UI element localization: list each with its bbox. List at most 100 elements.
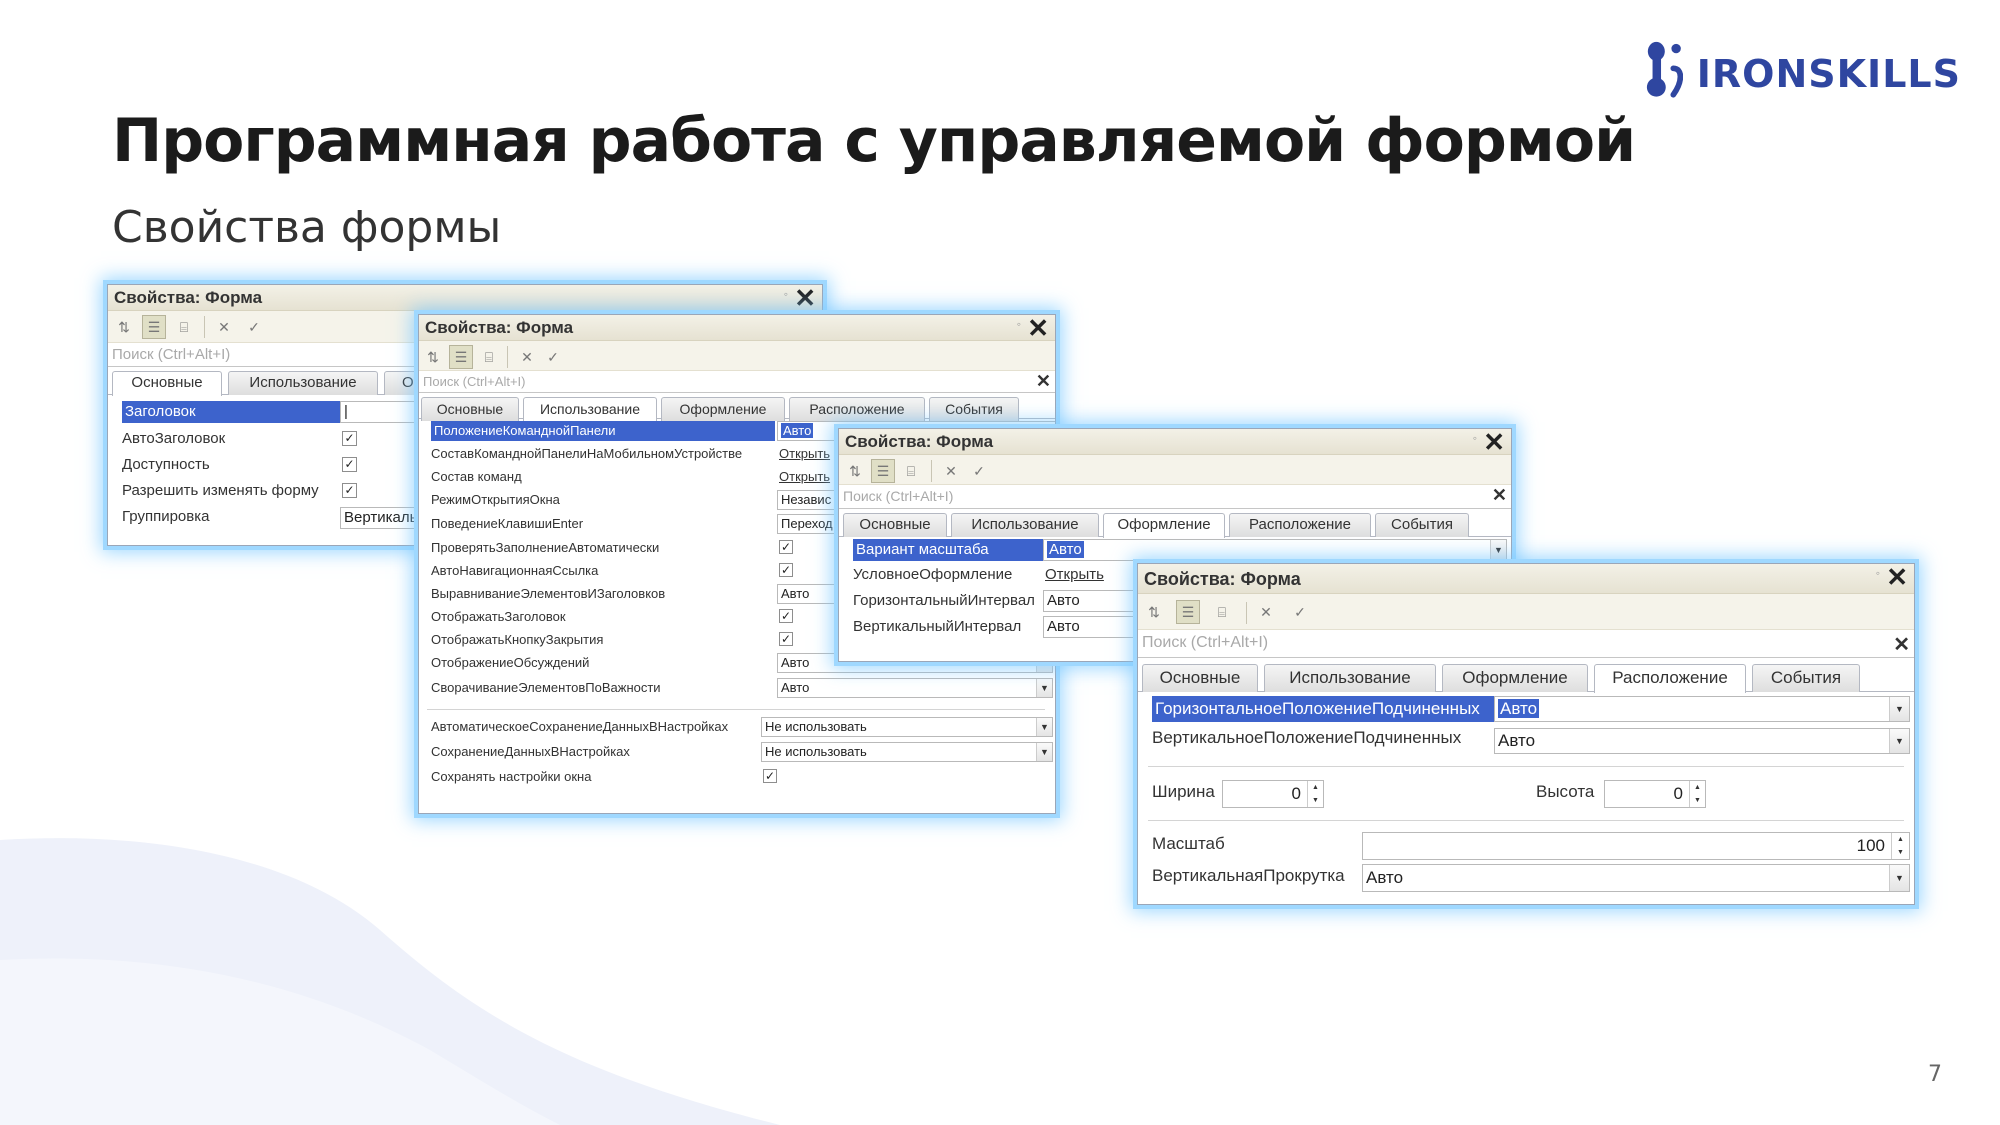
categories-icon[interactable]: ☰ <box>871 459 895 483</box>
window-titlebar[interactable]: Свойства: Форма ◦ ✕ <box>108 285 822 314</box>
filter-icon[interactable]: ⌸ <box>477 345 501 369</box>
prop-avto-sohranenie-value[interactable]: Не использовать ▼ <box>761 717 1053 737</box>
clear-icon[interactable]: ✕ <box>212 315 236 339</box>
prop-rezhim-otkrytiya-okna: РежимОткрытияОкна <box>431 492 560 507</box>
value-text: 0 <box>1673 784 1683 803</box>
tab-osnovnye[interactable]: Основные <box>1142 664 1258 692</box>
tab-raspolozhenie[interactable]: Расположение <box>1229 513 1371 537</box>
prop-zagolovok[interactable]: Заголовок <box>122 401 340 423</box>
dropdown-arrow-icon[interactable]: ▼ <box>1490 540 1506 560</box>
pin-icon[interactable]: ◦ <box>1017 317 1021 331</box>
check-icon[interactable]: ✓ <box>541 345 565 369</box>
sort-az-icon[interactable]: ⇅ <box>421 345 445 369</box>
tab-osnovnye[interactable]: Основные <box>843 513 947 537</box>
window-titlebar[interactable]: Свойства: Форма ◦ ✕ <box>419 315 1055 344</box>
tab-oformlenie[interactable]: Оформление <box>1442 664 1588 692</box>
prop-gorizontalnoe-polozhenie[interactable]: ГоризонтальноеПоложениеПодчиненных <box>1152 696 1494 722</box>
checkbox-dostupnost[interactable]: ✓ <box>342 457 357 472</box>
tab-osnovnye[interactable]: Основные <box>112 371 222 396</box>
filter-icon[interactable]: ⌸ <box>899 459 923 483</box>
dropdown-arrow-icon[interactable]: ▼ <box>1036 743 1052 761</box>
categories-icon[interactable]: ☰ <box>1176 600 1200 624</box>
spinner-arrows-icon[interactable]: ▲ ▼ <box>1891 833 1909 859</box>
prop-variant-masshtaba-value[interactable]: Авто ▼ <box>1043 539 1507 561</box>
close-icon[interactable]: ✕ <box>794 285 816 314</box>
window-title: Свойства: Форма <box>1144 569 1301 589</box>
dropdown-arrow-icon[interactable]: ▼ <box>1036 718 1052 736</box>
sort-az-icon[interactable]: ⇅ <box>843 459 867 483</box>
window-titlebar[interactable]: Свойства: Форма ◦ ✕ <box>839 429 1511 458</box>
tab-ispolzovanie[interactable]: Использование <box>1264 664 1436 692</box>
label-vysota: Высота <box>1536 782 1595 801</box>
properties-window-4[interactable]: Свойства: Форма ◦ ✕ ⇅ ☰ ⌸ ✕ ✓ Поиск (Ctr… <box>1137 563 1915 905</box>
dropdown-arrow-icon[interactable]: ▼ <box>1889 697 1909 721</box>
checkbox-otobrazhat-knopku[interactable]: ✓ <box>779 632 793 646</box>
window-title: Свойства: Форма <box>845 432 994 451</box>
clear-icon[interactable]: ✕ <box>515 345 539 369</box>
dropdown-arrow-icon[interactable]: ▼ <box>1889 865 1909 891</box>
tab-ispolzovanie[interactable]: Использование <box>951 513 1099 537</box>
pin-icon[interactable]: ◦ <box>784 287 788 301</box>
tab-sobytiya[interactable]: События <box>929 397 1019 421</box>
search-input[interactable]: Поиск (Ctrl+Alt+I) ✕ <box>419 371 1055 393</box>
pin-icon[interactable]: ◦ <box>1473 431 1477 445</box>
check-icon[interactable]: ✓ <box>242 315 266 339</box>
checkbox-avtozagolovok[interactable]: ✓ <box>342 431 357 446</box>
filter-icon[interactable]: ⌸ <box>172 315 196 339</box>
logo-text: IRONSKILLS <box>1696 52 1961 96</box>
prop-svorachivanie-value[interactable]: Авто ▼ <box>777 678 1053 698</box>
tab-oformlenie[interactable]: Оформление <box>661 397 785 421</box>
checkbox-otobrazhat-zagolovok[interactable]: ✓ <box>779 609 793 623</box>
spinner-arrows-icon[interactable]: ▲ ▼ <box>1307 781 1323 807</box>
tab-sobytiya[interactable]: События <box>1752 664 1860 692</box>
spinner-arrows-icon[interactable]: ▲ ▼ <box>1689 781 1705 807</box>
tab-raspolozhenie[interactable]: Расположение <box>1594 664 1746 693</box>
prop-polozhenie-komandnoj-paneli[interactable]: ПоложениеКоманднойПанели <box>431 421 775 441</box>
vertikalnaya-prokrutka-value[interactable]: Авто ▼ <box>1362 864 1910 892</box>
tab-osnovnye[interactable]: Основные <box>421 397 519 421</box>
prop-gorizontalnoe-polozhenie-value[interactable]: Авто ▼ <box>1494 696 1910 722</box>
tab-ispolzovanie[interactable]: Использование <box>228 371 378 395</box>
checkbox-proveryat-zapolnenie[interactable]: ✓ <box>779 540 793 554</box>
prop-vertikalnoe-polozhenie-value[interactable]: Авто ▼ <box>1494 728 1910 754</box>
close-icon[interactable]: ✕ <box>1886 564 1908 593</box>
categories-icon[interactable]: ☰ <box>142 315 166 339</box>
prop-variant-masshtaba[interactable]: Вариант масштаба <box>853 539 1043 561</box>
masshtab-spinner[interactable]: 100 ▲ ▼ <box>1362 832 1910 860</box>
checkbox-razreshit-izmenyat[interactable]: ✓ <box>342 483 357 498</box>
clear-icon[interactable]: ✕ <box>1254 600 1278 624</box>
tab-strip: Основные Использование Оформление Распол… <box>1138 658 1914 693</box>
search-clear-icon[interactable]: ✕ <box>1036 371 1051 392</box>
filter-icon[interactable]: ⌸ <box>1210 600 1234 624</box>
close-icon[interactable]: ✕ <box>1027 315 1049 344</box>
search-input[interactable]: Поиск (Ctrl+Alt+I) ✕ <box>1138 630 1914 658</box>
tab-oformlenie[interactable]: Оформление <box>1103 513 1225 538</box>
checkbox-avto-navigacionnaya[interactable]: ✓ <box>779 563 793 577</box>
clear-icon[interactable]: ✕ <box>939 459 963 483</box>
window-titlebar[interactable]: Свойства: Форма ◦ ✕ <box>1138 564 1914 594</box>
link-otkryt-2[interactable]: Открыть <box>779 469 830 484</box>
link-otkryt-1[interactable]: Открыть <box>779 446 830 461</box>
sort-az-icon[interactable]: ⇅ <box>1142 600 1166 624</box>
checkbox-sohranyat-nastrojki[interactable]: ✓ <box>763 769 777 783</box>
close-icon[interactable]: ✕ <box>1483 429 1505 458</box>
prop-vertikalnoe-polozhenie: ВертикальноеПоложениеПодчиненных <box>1152 728 1462 747</box>
sort-az-icon[interactable]: ⇅ <box>112 315 136 339</box>
search-clear-icon[interactable]: ✕ <box>1893 632 1910 657</box>
dropdown-arrow-icon[interactable]: ▼ <box>1889 729 1909 753</box>
prop-svorachivanie: СворачиваниеЭлементовПоВажности <box>431 680 661 695</box>
tab-raspolozhenie[interactable]: Расположение <box>789 397 925 421</box>
pin-icon[interactable]: ◦ <box>1876 566 1880 580</box>
link-otkryt[interactable]: Открыть <box>1045 566 1104 583</box>
tab-sobytiya[interactable]: События <box>1375 513 1469 537</box>
search-clear-icon[interactable]: ✕ <box>1492 485 1507 506</box>
label-masshtab: Масштаб <box>1152 834 1225 853</box>
prop-sohranenie-dannyh-value[interactable]: Не использовать ▼ <box>761 742 1053 762</box>
check-icon[interactable]: ✓ <box>1288 600 1312 624</box>
categories-icon[interactable]: ☰ <box>449 345 473 369</box>
dropdown-arrow-icon[interactable]: ▼ <box>1036 679 1052 697</box>
search-input[interactable]: Поиск (Ctrl+Alt+I) ✕ <box>839 485 1511 509</box>
shirina-spinner[interactable]: 0 ▲ ▼ <box>1222 780 1324 808</box>
check-icon[interactable]: ✓ <box>967 459 991 483</box>
vysota-spinner[interactable]: 0 ▲ ▼ <box>1604 780 1706 808</box>
